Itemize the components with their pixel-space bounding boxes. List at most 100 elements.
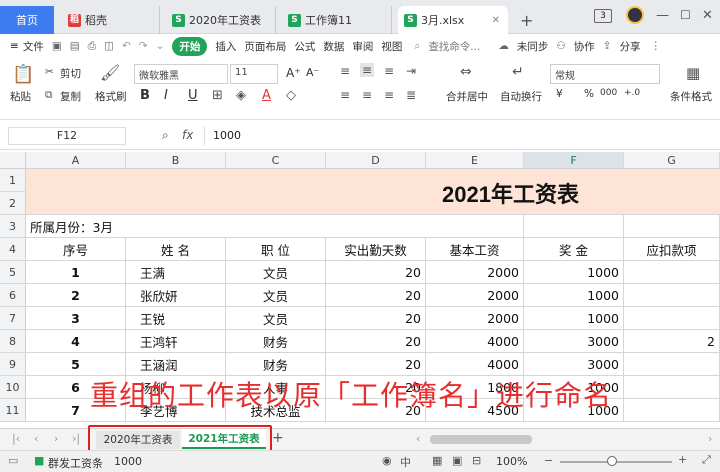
export-pdf-icon[interactable]: ▤: [70, 40, 80, 52]
table-cell[interactable]: 20: [326, 284, 426, 307]
table-cell[interactable]: [624, 261, 720, 284]
row-header-1[interactable]: 1: [0, 169, 26, 192]
clear-format-icon[interactable]: ◇: [286, 88, 296, 103]
window-count-badge[interactable]: 3: [594, 9, 612, 23]
table-cell[interactable]: 2: [26, 284, 126, 307]
table-cell[interactable]: 4000: [426, 353, 524, 376]
table-cell[interactable]: [624, 284, 720, 307]
table-cell[interactable]: 1000: [524, 261, 624, 284]
menu-data[interactable]: 数据: [323, 39, 344, 54]
wrap-text-button[interactable]: 自动换行: [500, 89, 542, 104]
tab-home[interactable]: 首页: [0, 6, 54, 34]
page-layout-view-icon[interactable]: ▣: [452, 454, 462, 467]
table-cell[interactable]: [624, 307, 720, 330]
table-cell[interactable]: 3000: [524, 330, 624, 353]
undo-icon[interactable]: ↶: [122, 40, 131, 52]
title-merged-cell[interactable]: 2021年工资表: [26, 169, 720, 215]
page-break-view-icon[interactable]: ⊟: [472, 454, 481, 467]
align-middle-icon[interactable]: ≡: [360, 63, 375, 77]
column-header-e[interactable]: E: [426, 152, 524, 169]
print-preview-icon[interactable]: ◫: [104, 40, 114, 52]
table-cell[interactable]: 1000: [524, 307, 624, 330]
table-cell[interactable]: 文员: [226, 307, 326, 330]
table-cell[interactable]: 王鸿轩: [126, 330, 226, 353]
table-cell[interactable]: 20: [326, 330, 426, 353]
table-cell[interactable]: 20: [326, 307, 426, 330]
column-header-a[interactable]: A: [26, 152, 126, 169]
zoom-level[interactable]: 100%: [496, 455, 527, 468]
table-header-cell[interactable]: 基本工资: [426, 238, 524, 261]
column-header-g[interactable]: G: [624, 152, 720, 169]
scroll-left-icon[interactable]: ‹: [416, 432, 420, 445]
new-tab-button[interactable]: +: [514, 6, 534, 34]
menu-share[interactable]: 分享: [620, 39, 641, 54]
avatar[interactable]: [626, 6, 644, 24]
zoom-search-icon[interactable]: ⌕: [162, 128, 169, 143]
more-menu-icon[interactable]: ⋮: [651, 40, 662, 52]
formula-input[interactable]: 1000: [204, 126, 716, 146]
row-header-11[interactable]: 11: [0, 399, 26, 422]
bold-button[interactable]: B: [140, 88, 150, 103]
font-family-select[interactable]: 微软雅黑: [134, 64, 228, 84]
table-cell[interactable]: 2000: [426, 261, 524, 284]
menu-view[interactable]: 视图: [381, 39, 402, 54]
table-cell[interactable]: 20: [326, 353, 426, 376]
font-color-button[interactable]: A: [262, 88, 271, 103]
name-box[interactable]: F12: [8, 127, 126, 145]
tab-daoke[interactable]: 稻稻壳: [62, 6, 160, 34]
table-cell[interactable]: 3: [26, 307, 126, 330]
table-cell[interactable]: 5: [26, 353, 126, 376]
empty-cell[interactable]: [624, 215, 720, 238]
table-header-cell[interactable]: 序号: [26, 238, 126, 261]
table-cell[interactable]: 20: [326, 261, 426, 284]
currency-button[interactable]: ¥: [556, 88, 563, 100]
zoom-in-icon[interactable]: +: [678, 453, 687, 466]
decimal-button[interactable]: +.0: [624, 88, 640, 98]
table-header-cell[interactable]: 应扣款项: [624, 238, 720, 261]
select-all-corner[interactable]: [0, 152, 26, 169]
table-cell[interactable]: 1000: [524, 284, 624, 307]
menu-sync-status[interactable]: 未同步: [517, 39, 549, 54]
percent-button[interactable]: %: [584, 88, 594, 100]
last-sheet-icon[interactable]: ›|: [72, 432, 80, 445]
table-cell[interactable]: [624, 399, 720, 422]
print-icon[interactable]: ⎙: [88, 40, 96, 53]
close-window-icon[interactable]: ✕: [702, 8, 713, 23]
row-header-10[interactable]: 10: [0, 376, 26, 399]
first-sheet-icon[interactable]: |‹: [12, 432, 20, 445]
save-icon[interactable]: ▣: [52, 40, 62, 52]
grow-font-icon[interactable]: A⁺: [286, 66, 301, 80]
minimize-icon[interactable]: —: [656, 8, 669, 23]
table-cell[interactable]: 财务: [226, 353, 326, 376]
table-cell[interactable]: 2000: [426, 307, 524, 330]
search-command-input[interactable]: 查找命令...: [428, 39, 480, 54]
conditional-format-button[interactable]: 条件格式: [670, 89, 712, 104]
table-header-cell[interactable]: 实出勤天数: [326, 238, 426, 261]
table-cell[interactable]: 文员: [226, 284, 326, 307]
prev-sheet-icon[interactable]: ‹: [34, 432, 38, 445]
align-bottom-icon[interactable]: ≡: [384, 64, 394, 78]
table-cell[interactable]: [624, 353, 720, 376]
eye-icon[interactable]: ◉: [382, 454, 392, 467]
menu-formula[interactable]: 公式: [294, 39, 315, 54]
indent-icon[interactable]: ⇥: [406, 64, 416, 78]
table-cell[interactable]: 张欣妍: [126, 284, 226, 307]
cut-button[interactable]: 剪切: [60, 66, 81, 81]
close-tab-icon[interactable]: ✕: [492, 15, 500, 26]
column-header-b[interactable]: B: [126, 152, 226, 169]
column-header-d[interactable]: D: [326, 152, 426, 169]
next-sheet-icon[interactable]: ›: [54, 432, 58, 445]
column-header-f[interactable]: F: [524, 152, 624, 169]
row-header-4[interactable]: 4: [0, 238, 26, 261]
table-cell[interactable]: 王涵润: [126, 353, 226, 376]
table-cell[interactable]: 王锐: [126, 307, 226, 330]
tab-workbook11[interactable]: S 工作簿11: [282, 6, 392, 34]
zoom-out-icon[interactable]: −: [544, 454, 553, 467]
row-header-3[interactable]: 3: [0, 215, 26, 238]
empty-cell[interactable]: [524, 215, 624, 238]
menu-start[interactable]: 开始: [172, 36, 208, 56]
merge-center-button[interactable]: 合并居中: [446, 89, 488, 104]
italic-button[interactable]: I: [164, 88, 168, 103]
row-header-6[interactable]: 6: [0, 284, 26, 307]
month-label-cell[interactable]: 所属月份：3月: [26, 215, 524, 238]
